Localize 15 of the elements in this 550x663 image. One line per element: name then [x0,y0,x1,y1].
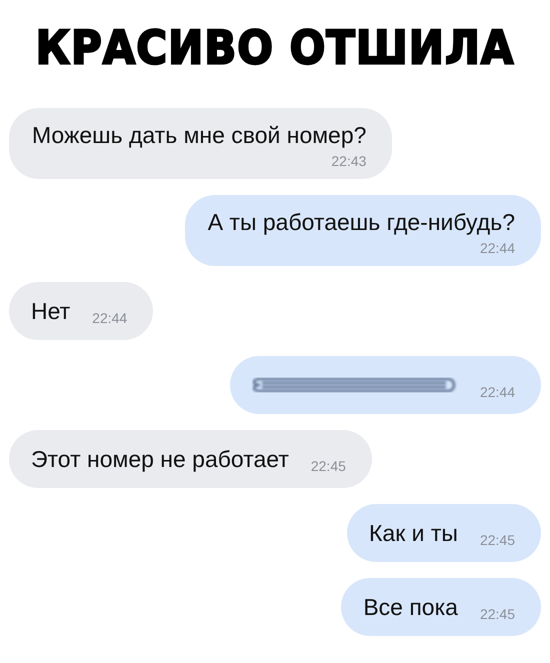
message-text: Нет [31,298,70,324]
message-text: Можешь дать мне свой номер? [32,122,366,149]
message-time: 22:45 [480,606,515,622]
message-text: Все пока [363,594,458,620]
message-time: 22:45 [480,532,515,548]
message-text: Как и ты [369,520,458,546]
message-text: А ты работаешь где-нибудь? [208,209,515,236]
message-time: 22:45 [310,458,346,474]
message-time: 22:44 [92,310,128,326]
message-time: 22:43 [331,153,366,169]
message-time: 22:44 [480,384,515,400]
meme-title: КРАСИВО ОТШИЛА [36,20,514,76]
redacted-text-icon [252,375,458,395]
message-text: Этот номер не работает [31,446,289,472]
message-time: 22:44 [480,240,515,256]
